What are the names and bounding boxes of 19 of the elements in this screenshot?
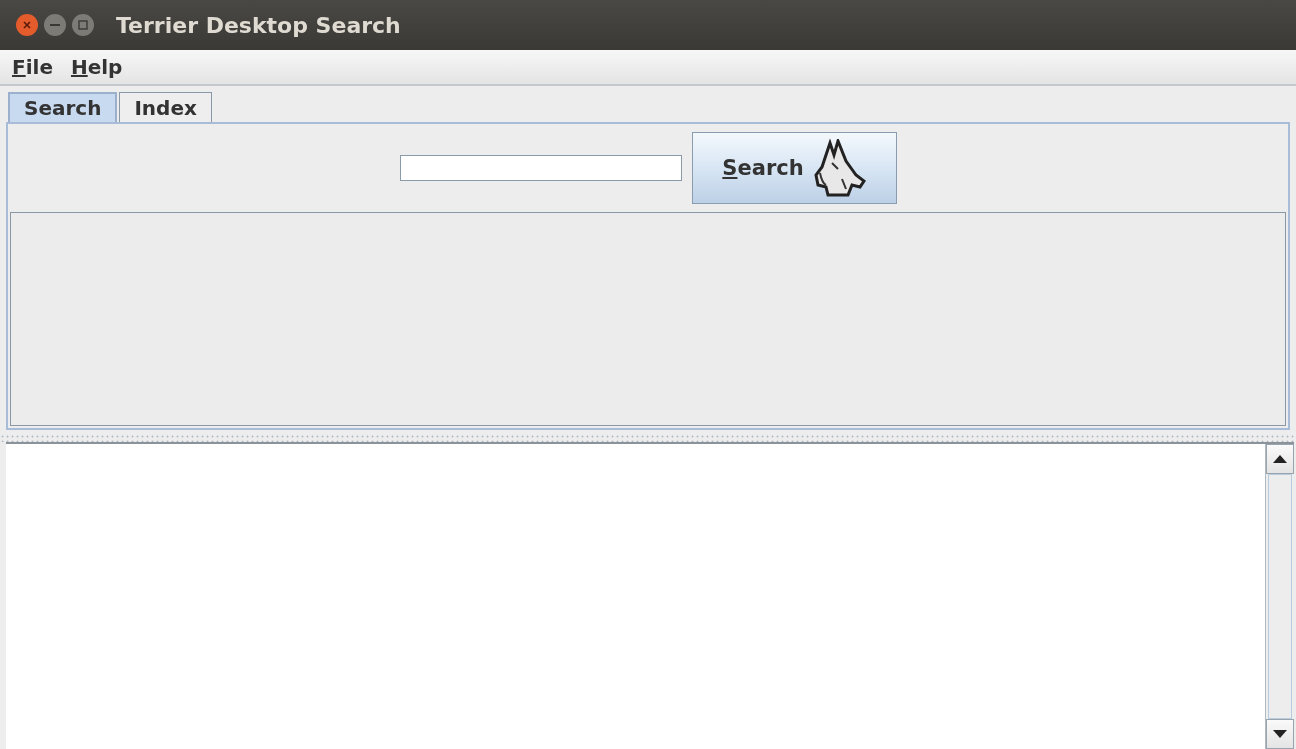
minimize-button[interactable] (44, 14, 66, 36)
scroll-up-button[interactable] (1266, 444, 1294, 474)
search-button[interactable]: Search (691, 132, 897, 204)
scrollbar[interactable] (1265, 444, 1294, 749)
minimize-icon (50, 23, 60, 27)
close-button[interactable] (16, 14, 38, 36)
dog-head-icon (811, 139, 866, 197)
menu-item[interactable]: Help (70, 55, 123, 79)
menu-item[interactable]: File (12, 55, 53, 79)
search-field[interactable] (399, 155, 682, 181)
tab[interactable]: Index (119, 92, 212, 122)
up-arrow-icon (1273, 455, 1287, 463)
maximize-button[interactable] (72, 14, 94, 36)
scroll-down-button[interactable] (1266, 719, 1294, 749)
tab[interactable]: Search (8, 92, 118, 122)
down-arrow-icon (1273, 730, 1287, 738)
window-title: Terrier Desktop Search (116, 12, 401, 38)
maximize-icon (78, 20, 88, 30)
close-icon (22, 20, 32, 30)
